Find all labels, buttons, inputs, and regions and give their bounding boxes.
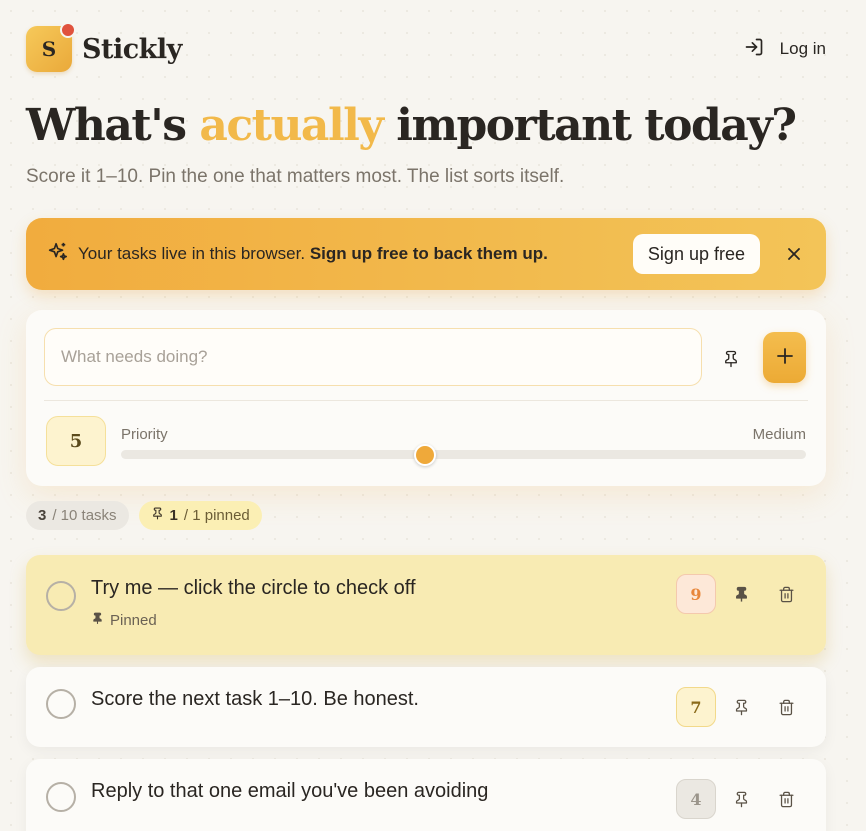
close-icon[interactable] <box>782 242 806 266</box>
check-circle[interactable] <box>46 581 76 611</box>
login-icon <box>744 37 764 62</box>
task-title: Try me — click the circle to check off <box>91 577 416 599</box>
priority-slider[interactable] <box>121 444 806 466</box>
task-item: Reply to that one email you've been avoi… <box>26 759 826 831</box>
task-count: 3 <box>38 507 47 524</box>
pin-icon[interactable] <box>730 788 752 810</box>
counters: 3 / 10 tasks 1 / 1 pinned <box>26 501 262 530</box>
plus-icon <box>776 347 794 368</box>
priority-score: 5 <box>46 416 106 466</box>
task-score: 9 <box>676 574 716 614</box>
task-item: Score the next task 1–10. Be honest. 7 <box>26 667 826 747</box>
page-title: What's actually important today? <box>26 100 797 151</box>
trash-icon[interactable] <box>775 788 797 810</box>
signup-button[interactable]: Sign up free <box>632 234 760 274</box>
task-total: / 10 tasks <box>52 507 117 524</box>
priority-label: Priority <box>121 426 168 443</box>
task-composer: 5 Priority Medium <box>26 310 826 486</box>
page-subtitle: Score it 1–10. Pin the one that matters … <box>26 166 565 187</box>
pin-icon <box>151 507 164 524</box>
divider <box>44 400 808 401</box>
top-bar: S Stickly Log in <box>26 22 826 74</box>
task-count-badge: 3 / 10 tasks <box>26 501 129 530</box>
check-circle[interactable] <box>46 689 76 719</box>
banner-text-plain: Your tasks live in this browser. <box>78 244 310 263</box>
banner-text: Your tasks live in this browser. Sign up… <box>78 244 623 264</box>
notification-dot <box>60 22 76 38</box>
task-item: Try me — click the circle to check off P… <box>26 555 826 655</box>
pinned-text: Pinned <box>110 612 157 629</box>
add-task-button[interactable] <box>763 332 806 383</box>
pin-icon[interactable] <box>730 583 752 605</box>
trash-icon[interactable] <box>775 583 797 605</box>
task-input[interactable] <box>44 328 702 386</box>
banner-text-bold: Sign up free to back them up. <box>309 244 548 263</box>
task-title: Score the next task 1–10. Be honest. <box>91 688 419 710</box>
pinned-count-badge: 1 / 1 pinned <box>138 501 262 530</box>
task-score: 4 <box>676 779 716 819</box>
slider-thumb[interactable] <box>414 444 437 466</box>
title-accent: actually <box>199 100 384 151</box>
login-label: Log in <box>779 39 826 58</box>
signup-banner: Your tasks live in this browser. Sign up… <box>26 218 826 290</box>
title-end: important today? <box>382 100 797 151</box>
pinned-label: Pinned <box>91 612 157 629</box>
task-title: Reply to that one email you've been avoi… <box>91 780 489 802</box>
title-start: What's <box>26 100 200 151</box>
task-score: 7 <box>676 687 716 727</box>
priority-level: Medium <box>752 426 806 443</box>
pin-icon <box>91 612 104 629</box>
pin-icon[interactable] <box>730 696 752 718</box>
pinned-total: / 1 pinned <box>183 507 250 524</box>
pinned-count: 1 <box>169 507 178 524</box>
logo: S <box>26 22 76 72</box>
sparkle-icon <box>46 241 68 268</box>
pin-icon[interactable] <box>718 346 744 372</box>
login-link[interactable]: Log in <box>744 37 826 62</box>
brand[interactable]: S Stickly <box>26 22 182 72</box>
trash-icon[interactable] <box>775 696 797 718</box>
logo-letter: S <box>41 37 57 61</box>
check-circle[interactable] <box>46 782 76 812</box>
brand-name: Stickly <box>82 33 182 65</box>
page: S Stickly Log in What's actually importa… <box>0 0 866 831</box>
